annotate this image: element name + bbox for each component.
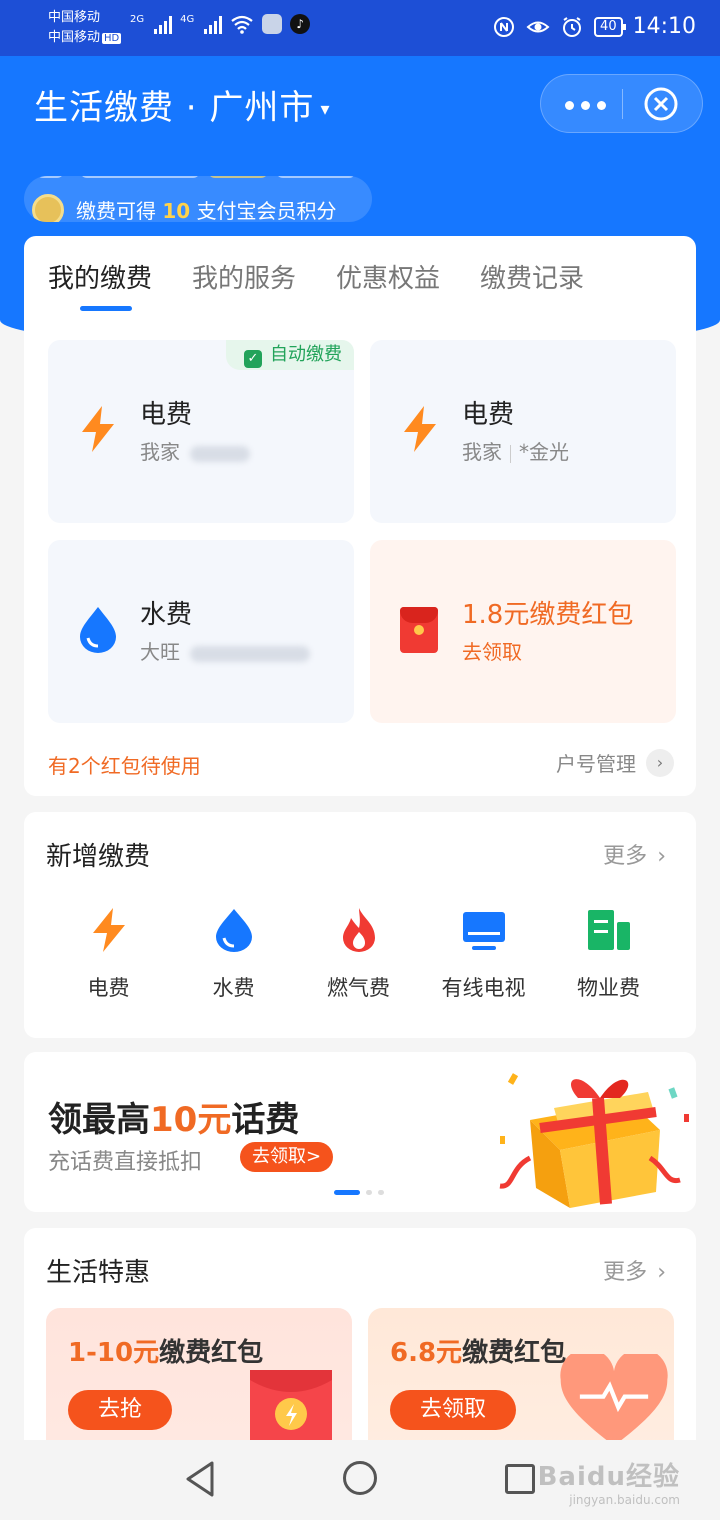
- banner-subtitle: 充话费直接抵扣: [48, 1150, 203, 1175]
- service-gas[interactable]: 燃气费: [296, 906, 421, 1002]
- chevron-right-icon: ›: [657, 844, 666, 869]
- carrier-2: 中国移动: [48, 30, 101, 45]
- service-grid: 电费 水费 燃气费 有线电视 物业费: [24, 906, 696, 1002]
- service-label: 物业费: [577, 976, 640, 1000]
- signal-icon: [154, 14, 173, 34]
- section-title: 生活特惠: [46, 1258, 151, 1288]
- net-type-2: 4G: [180, 14, 195, 25]
- capsule-divider: [622, 89, 623, 119]
- bill-title: 水费: [140, 600, 193, 630]
- bill-tile-electricity-2[interactable]: 电费 我家 *金光: [370, 340, 676, 523]
- deal-grab-button[interactable]: 去抢: [68, 1390, 173, 1430]
- heart-icon: [560, 1354, 668, 1446]
- chevron-right-icon: ›: [646, 748, 674, 777]
- lightning-icon: [82, 406, 114, 452]
- back-icon[interactable]: [184, 1460, 216, 1498]
- deal-title: 6.8元缴费红包: [390, 1338, 567, 1368]
- banner-claim-button[interactable]: 去领取>: [240, 1142, 334, 1172]
- eye-icon: [526, 21, 550, 32]
- system-nav-bar: Baidu经验 jingyan.baidu.com: [0, 1440, 720, 1520]
- banner-title: 领最高10元话费: [48, 1100, 300, 1140]
- signal-icon-2: [204, 14, 223, 34]
- service-water[interactable]: 水费: [171, 906, 296, 1002]
- water-drop-icon: [80, 607, 116, 653]
- tab-benefits[interactable]: 优惠权益: [336, 258, 440, 295]
- chevron-down-icon: ▾: [320, 99, 331, 120]
- status-bar: 中国移动 中国移动 HD 2G 4G ♪ 40 14:10: [0, 0, 720, 56]
- ticker-previous-line: [32, 176, 362, 182]
- service-electricity[interactable]: 电费: [46, 906, 171, 1002]
- service-label: 燃气费: [327, 976, 390, 1000]
- flame-icon: [342, 908, 375, 952]
- tab-my-bills[interactable]: 我的缴费: [48, 258, 152, 311]
- medal-icon: [32, 194, 64, 222]
- home-icon[interactable]: [343, 1461, 377, 1495]
- lightning-icon: [404, 406, 436, 452]
- tab-bar: 我的缴费 我的服务 优惠权益 缴费记录: [48, 258, 624, 311]
- my-bills-card: 我的缴费 我的服务 优惠权益 缴费记录 ✓ 自动缴费 电费 我家 电费 我家 *金光…: [24, 236, 696, 796]
- deal-claim-button[interactable]: 去领取: [390, 1390, 517, 1430]
- building-icon: [587, 910, 630, 950]
- new-bills-card: 新增缴费 更多 › 电费 水费 燃气费 有线电视 物业费: [24, 812, 696, 1038]
- watermark: Baidu经验 jingyan.baidu.com: [538, 1456, 680, 1507]
- service-property[interactable]: 物业费: [546, 906, 671, 1002]
- tab-my-services[interactable]: 我的服务: [192, 258, 296, 295]
- bill-account: 大旺: [140, 636, 310, 665]
- red-packet-tile[interactable]: 1.8元缴费红包 去领取: [370, 540, 676, 723]
- service-cable-tv[interactable]: 有线电视: [421, 906, 546, 1002]
- bill-title: 电费: [140, 400, 193, 430]
- status-right: 40 14:10: [492, 14, 696, 39]
- service-label: 水费: [212, 976, 255, 1000]
- bill-title: 电费: [462, 400, 515, 430]
- promo-banner[interactable]: 领最高10元话费 充话费直接抵扣 去领取>: [24, 1052, 696, 1212]
- more-link[interactable]: 更多 ›: [603, 838, 666, 870]
- tab-bill-records[interactable]: 缴费记录: [480, 258, 584, 295]
- red-envelope-icon: [400, 607, 438, 653]
- recent-apps-icon[interactable]: [505, 1464, 535, 1494]
- red-packet-action[interactable]: 去领取: [462, 636, 522, 665]
- check-icon: ✓: [244, 350, 262, 368]
- carousel-indicator: [334, 1190, 384, 1195]
- gift-box-icon: [499, 1073, 689, 1208]
- more-options-button[interactable]: [565, 101, 606, 110]
- carrier-info: 中国移动 中国移动 HD: [48, 8, 122, 49]
- carrier-1: 中国移动: [48, 10, 101, 25]
- bill-account: 我家 *金光: [462, 440, 569, 464]
- app-notification-icon: [262, 14, 283, 34]
- service-label: 有线电视: [441, 976, 526, 1000]
- red-packet-title: 1.8元缴费红包: [462, 600, 634, 630]
- section-title: 新增缴费: [46, 842, 151, 872]
- ticker-points: 10: [162, 199, 191, 222]
- service-label: 电费: [87, 976, 130, 1000]
- net-type-1: 2G: [130, 14, 145, 25]
- lightning-icon: [92, 908, 125, 952]
- bill-tile-water[interactable]: 水费 大旺: [48, 540, 354, 723]
- water-drop-icon: [215, 909, 252, 952]
- bill-tile-electricity-1[interactable]: ✓ 自动缴费 电费 我家: [48, 340, 354, 523]
- nfc-icon: [494, 16, 515, 37]
- chevron-right-icon: ›: [657, 1260, 666, 1285]
- clock: 14:10: [632, 14, 696, 39]
- ticker-text: 缴费可得 10 支付宝会员积分: [76, 199, 337, 222]
- deal-title: 1-10元缴费红包: [68, 1338, 264, 1368]
- bill-account: 我家: [140, 436, 250, 465]
- hd-badge: HD: [102, 33, 122, 44]
- page-title: 生活缴费 · 广州市: [34, 88, 315, 128]
- alarm-icon: [563, 16, 582, 37]
- battery-icon: 40: [594, 16, 626, 37]
- points-ticker[interactable]: 缴费可得 10 支付宝会员积分: [24, 176, 372, 222]
- tiktok-icon: ♪: [290, 14, 311, 34]
- city-selector[interactable]: 生活缴费 · 广州市 ▾: [34, 80, 330, 129]
- close-icon[interactable]: [643, 86, 679, 122]
- watermark-url: jingyan.baidu.com: [569, 1493, 680, 1507]
- red-packets-pending-link[interactable]: 有2个红包待使用: [48, 750, 201, 779]
- wifi-icon: [231, 15, 253, 34]
- auto-pay-badge: ✓ 自动缴费: [226, 340, 354, 370]
- signal-icons: 2G 4G ♪: [130, 14, 311, 34]
- account-management-link[interactable]: 户号管理 ›: [556, 748, 674, 777]
- miniapp-capsule: [540, 74, 703, 133]
- more-link[interactable]: 更多 ›: [603, 1254, 666, 1286]
- watermark-title: Baidu经验: [537, 1462, 680, 1492]
- tv-icon: [462, 912, 505, 950]
